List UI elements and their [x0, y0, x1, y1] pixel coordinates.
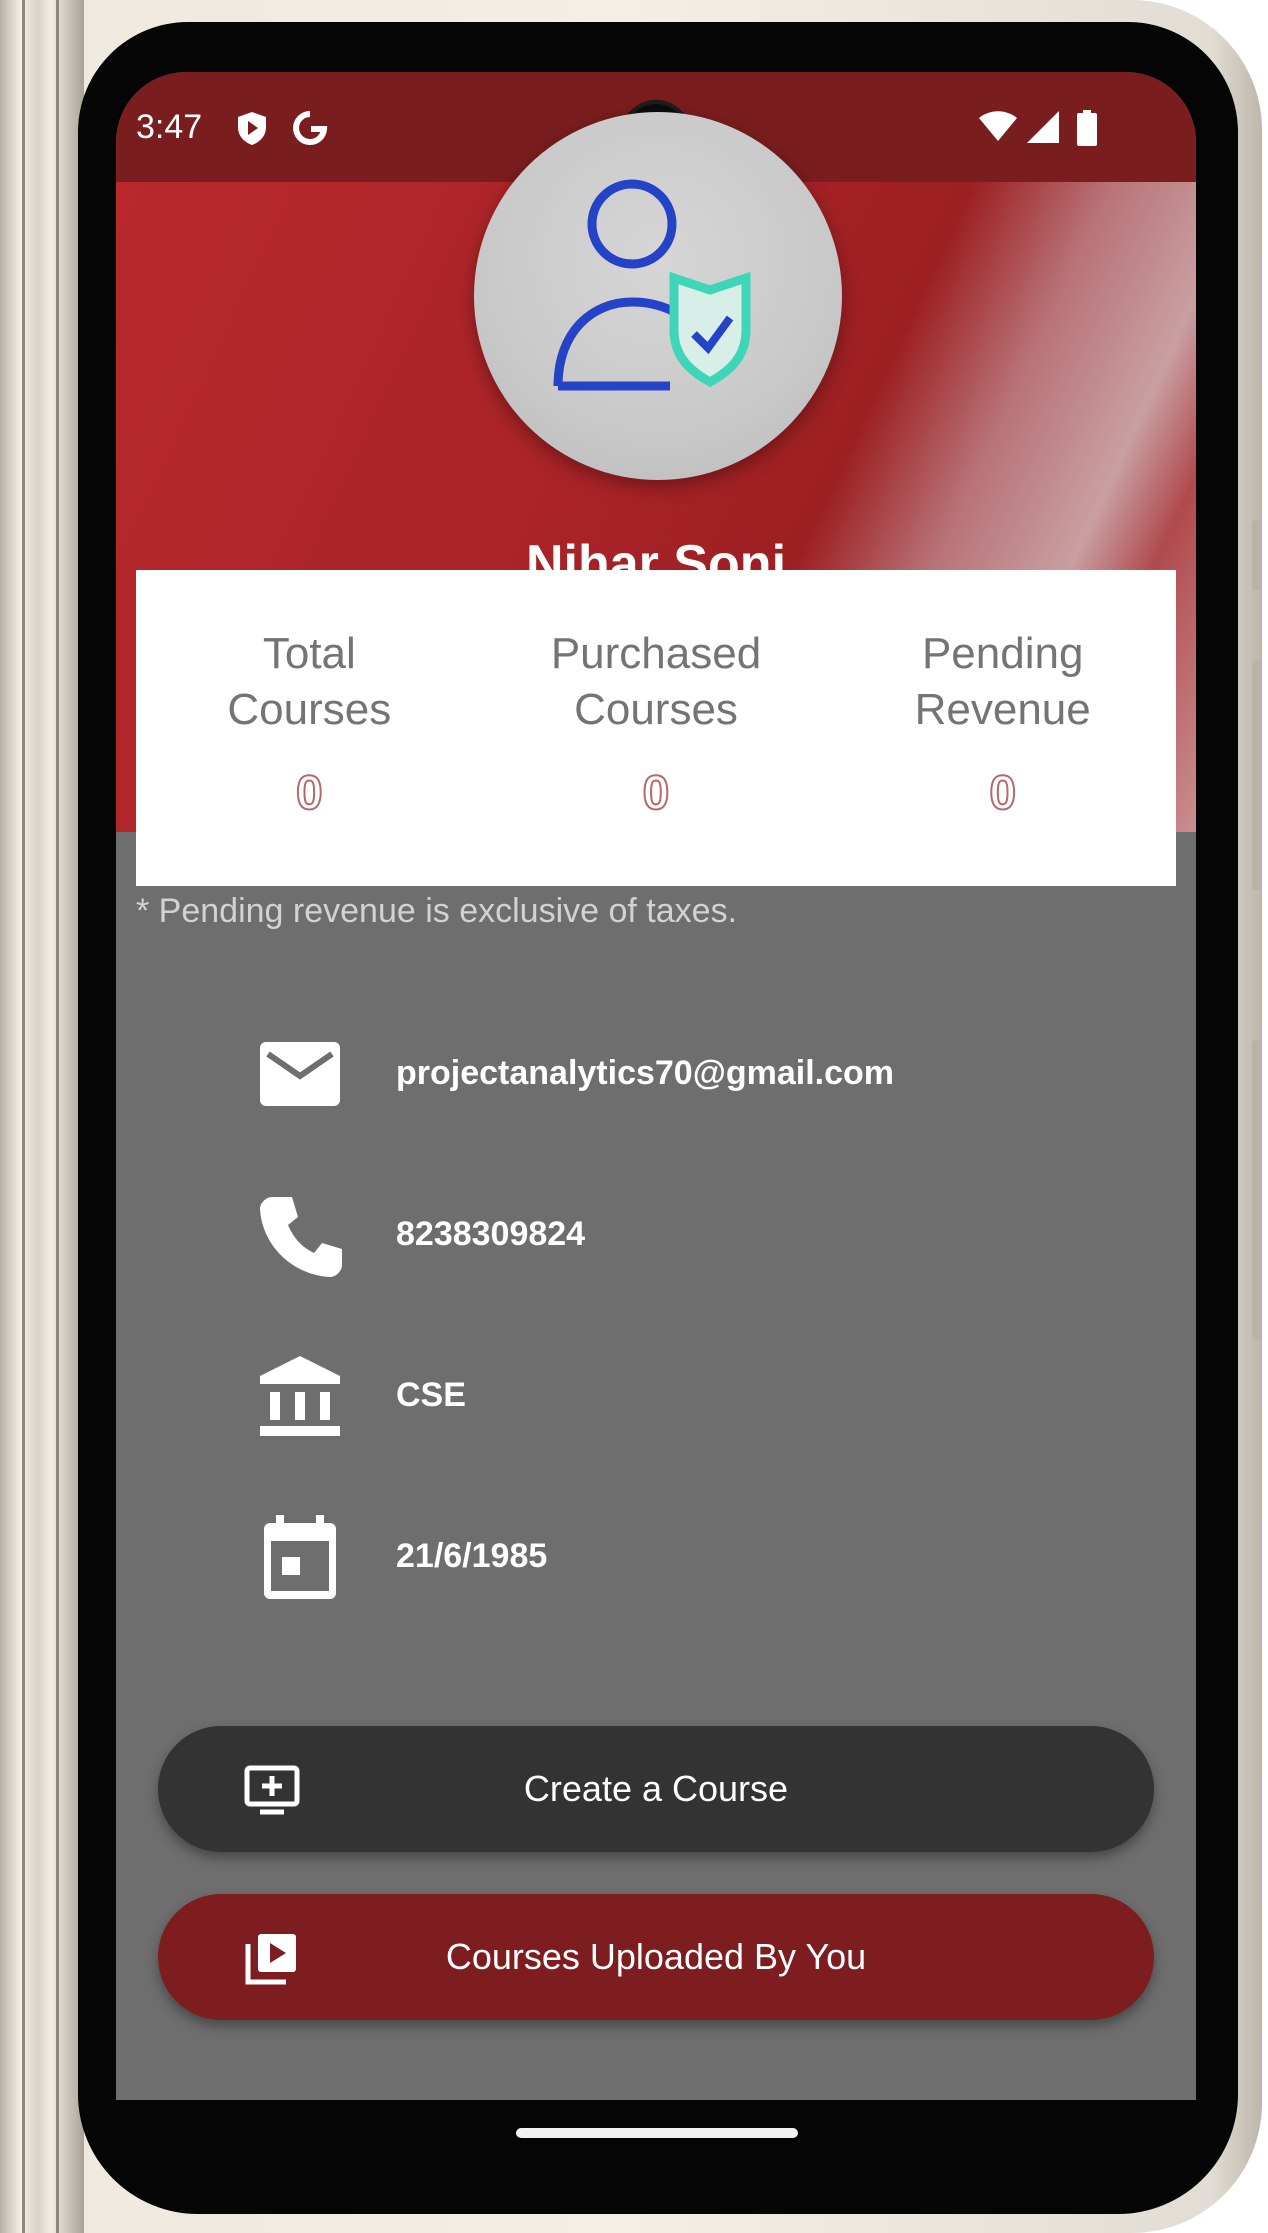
- device-power-button: [1252, 1040, 1262, 1340]
- app-screen: 3:47 Nihar Soni Total Courses 0 Purchase…: [116, 72, 1196, 2100]
- uploaded-courses-button[interactable]: Courses Uploaded By You: [158, 1894, 1154, 2020]
- stats-card: Total Courses 0 Purchased Courses 0 Pend…: [136, 570, 1176, 886]
- bank-icon: [260, 1356, 340, 1436]
- info-row-dob: 21/6/1985: [116, 1513, 1196, 1603]
- stat-purchased-courses: Purchased Courses 0: [483, 570, 830, 886]
- signal-icon: [1027, 111, 1059, 143]
- uploaded-courses-label: Courses Uploaded By You: [445, 1936, 867, 1977]
- dob-text: 21/6/1985: [396, 1537, 548, 1575]
- info-row-department: CSE: [116, 1352, 1196, 1442]
- info-row-email: projectanalytics70@gmail.com: [116, 1030, 1196, 1120]
- device-side-button: [1252, 520, 1262, 590]
- stat-pending-revenue: Pending Revenue 0: [829, 570, 1176, 886]
- stat-label: Pending Revenue: [914, 629, 1091, 734]
- wifi-icon: [979, 111, 1017, 141]
- stat-total-courses: Total Courses 0: [136, 570, 483, 886]
- phone-icon: [260, 1197, 342, 1277]
- shield-icon: [238, 112, 266, 145]
- google-icon: [293, 111, 328, 145]
- stat-value: 0: [988, 766, 1017, 821]
- revenue-note: * Pending revenue is exclusive of taxes.: [136, 892, 738, 930]
- department-text: CSE: [396, 1376, 466, 1414]
- device-frame: 3:47 Nihar Soni Total Courses 0 Purchase…: [0, 0, 1262, 2233]
- create-course-button[interactable]: Create a Course: [158, 1726, 1154, 1852]
- stat-value: 0: [295, 766, 324, 821]
- user-shield-icon: [553, 179, 751, 391]
- avatar: [474, 112, 842, 480]
- create-course-label: Create a Course: [523, 1768, 789, 1809]
- calendar-icon: [264, 1515, 336, 1599]
- battery-icon: [1077, 110, 1097, 146]
- info-row-phone: 8238309824: [116, 1191, 1196, 1281]
- device-volume-button: [1252, 660, 1262, 890]
- phone-text: 8238309824: [396, 1215, 586, 1253]
- stat-label: Purchased Courses: [550, 629, 762, 734]
- email-text: projectanalytics70@gmail.com: [396, 1054, 895, 1092]
- email-icon: [260, 1042, 340, 1106]
- stat-label: Total Courses: [227, 629, 392, 734]
- device-hinge: [0, 0, 84, 2233]
- stat-value: 0: [642, 766, 671, 821]
- home-indicator[interactable]: [516, 2128, 798, 2138]
- status-time: 3:47: [136, 108, 203, 146]
